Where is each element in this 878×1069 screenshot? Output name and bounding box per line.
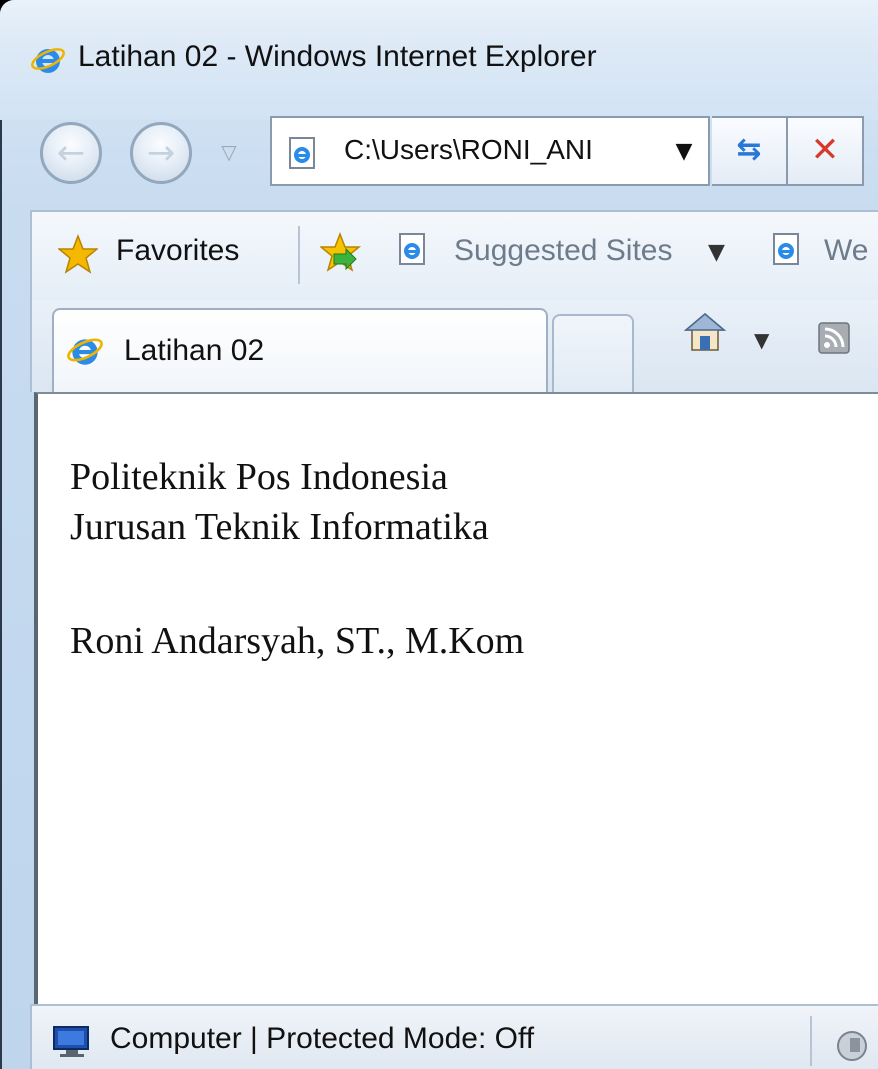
add-to-favorites-icon[interactable] [320, 232, 362, 274]
back-button[interactable]: ← [40, 122, 102, 184]
address-bar[interactable]: C:\Users\RONI_ANI ▼ [270, 116, 710, 186]
address-dropdown-icon[interactable]: ▼ [672, 140, 696, 164]
tab-label: Latihan 02 [124, 334, 265, 367]
back-arrow-icon: ← [56, 133, 86, 173]
web-slice-icon [773, 233, 799, 265]
suggested-sites-icon [399, 233, 425, 265]
department-name: Jurusan Teknik Informatika [70, 506, 489, 548]
window-title: Latihan 02 - Windows Internet Explorer [78, 40, 597, 73]
favorites-star-icon [58, 234, 98, 274]
status-separator [810, 1016, 812, 1066]
ie-tab-icon [67, 338, 103, 365]
institution-name: Politeknik Pos Indonesia [70, 456, 448, 498]
browser-window: Latihan 02 - Windows Internet Explorer ←… [0, 0, 878, 1069]
home-icon[interactable] [682, 310, 728, 356]
refresh-button[interactable]: ⇆ [712, 116, 788, 186]
favorites-bar: Favorites Suggested Sites ▼ We [30, 210, 878, 302]
home-dropdown-icon[interactable]: ▼ [754, 328, 769, 352]
suggested-sites-dropdown-icon[interactable]: ▼ [708, 240, 725, 265]
address-input[interactable]: C:\Users\RONI_ANI [344, 134, 593, 166]
title-bar: Latihan 02 - Windows Internet Explorer [0, 0, 878, 120]
page-icon [289, 137, 315, 169]
forward-button[interactable]: → [130, 122, 192, 184]
line-break [70, 552, 524, 616]
favorites-button[interactable]: Favorites [116, 234, 239, 268]
ie-logo-icon [31, 48, 65, 73]
tab-bar: Latihan 02 ▼ [30, 300, 878, 392]
web-slice-link[interactable]: We [824, 234, 868, 268]
suggested-sites-link[interactable]: Suggested Sites [454, 234, 672, 268]
tab-latihan-02[interactable]: Latihan 02 [52, 308, 548, 392]
status-bar: Computer | Protected Mode: Off [30, 1004, 878, 1069]
rss-feed-icon[interactable] [818, 322, 850, 354]
computer-zone-icon [53, 1026, 89, 1057]
favorites-separator [298, 226, 300, 284]
protected-mode-icon[interactable] [832, 1026, 872, 1062]
stop-button[interactable]: ✕ [788, 116, 864, 186]
navigation-bar: ← → ▽ C:\Users\RONI_ANI ▼ ⇆ ✕ [0, 110, 878, 200]
author-name: Roni Andarsyah, ST., M.Kom [70, 620, 525, 662]
document-body: Politeknik Pos Indonesia Jurusan Teknik … [70, 452, 524, 666]
forward-arrow-icon: → [146, 133, 176, 173]
recent-pages-dropdown[interactable]: ▽ [215, 138, 243, 166]
new-tab-button[interactable] [552, 314, 634, 392]
page-content: Politeknik Pos Indonesia Jurusan Teknik … [34, 392, 878, 1004]
status-text: Computer | Protected Mode: Off [110, 1022, 535, 1055]
